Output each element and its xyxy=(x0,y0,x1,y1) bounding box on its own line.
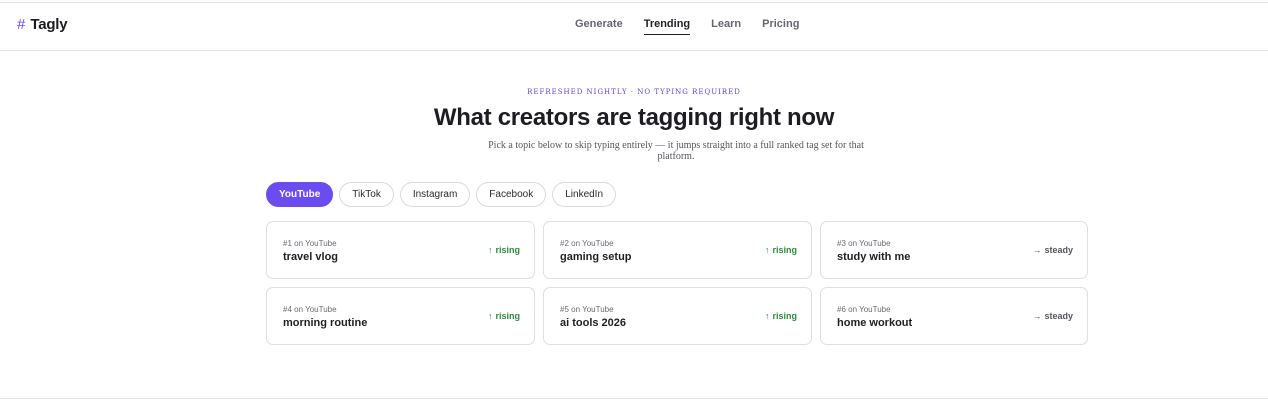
hash-icon: # xyxy=(17,16,26,33)
card-tag: study with me xyxy=(837,251,911,263)
card-rank: #2 on YouTube xyxy=(560,239,614,248)
arrow-up-icon: ↑ xyxy=(764,245,770,255)
arrow-up-icon: ↑ xyxy=(487,311,493,321)
trend-label: steady xyxy=(1044,245,1073,255)
card-rank: #5 on YouTube xyxy=(560,305,614,314)
hero-subtitle: Pick a topic below to skip typing entire… xyxy=(488,140,864,162)
trend-indicator: → steady xyxy=(1032,245,1073,255)
tab-instagram[interactable]: Instagram xyxy=(399,182,471,207)
trend-indicator: ↑ rising xyxy=(488,245,520,255)
card-rank: #4 on YouTube xyxy=(283,305,337,314)
trend-card[interactable]: #3 on YouTube study with me → steady xyxy=(820,221,1088,279)
tab-tiktok[interactable]: TikTok xyxy=(339,182,394,207)
arrow-up-icon: ↑ xyxy=(764,311,770,321)
bottom-divider xyxy=(0,398,1268,399)
card-tag: ai tools 2026 xyxy=(560,317,627,329)
card-tag: morning routine xyxy=(283,317,368,329)
arrow-right-icon: → xyxy=(1032,245,1042,255)
card-rank: #6 on YouTube xyxy=(837,305,891,314)
trend-label: rising xyxy=(772,245,797,255)
trend-label: steady xyxy=(1044,311,1073,321)
nav-trending[interactable]: Trending xyxy=(643,18,691,35)
site-header: # Tagly Generate Trending Learn Pricing xyxy=(0,3,1268,51)
trend-card[interactable]: #2 on YouTube gaming setup ↑ rising xyxy=(543,221,812,279)
arrow-up-icon: ↑ xyxy=(487,245,493,255)
brand-logo[interactable]: # Tagly xyxy=(17,16,68,33)
brand-name: Tagly xyxy=(30,16,68,33)
page-title: What creators are tagging right now xyxy=(433,104,835,131)
nav-generate[interactable]: Generate xyxy=(575,18,623,35)
nav-learn[interactable]: Learn xyxy=(711,18,741,35)
tab-facebook[interactable]: Facebook xyxy=(476,182,547,207)
tab-youtube[interactable]: YouTube xyxy=(266,182,334,207)
trend-label: rising xyxy=(495,245,520,255)
nav-pricing[interactable]: Pricing xyxy=(762,18,799,35)
hero-eyebrow: Refreshed nightly · No typing required xyxy=(527,88,741,96)
card-tag: travel vlog xyxy=(283,251,339,263)
trend-indicator: ↑ rising xyxy=(765,245,797,255)
trend-card[interactable]: #1 on YouTube travel vlog ↑ rising xyxy=(266,221,535,279)
card-tag: home workout xyxy=(837,317,913,329)
platform-tabs: YouTube TikTok Instagram Facebook Linked… xyxy=(266,182,617,207)
trend-label: rising xyxy=(772,311,797,321)
trend-label: rising xyxy=(495,311,520,321)
trend-card[interactable]: #5 on YouTube ai tools 2026 ↑ rising xyxy=(543,287,812,345)
trend-card[interactable]: #6 on YouTube home workout → steady xyxy=(820,287,1088,345)
arrow-right-icon: → xyxy=(1032,311,1042,321)
trending-grid: #1 on YouTube travel vlog ↑ rising #2 on… xyxy=(266,221,1088,345)
card-tag: gaming setup xyxy=(560,251,632,263)
trend-indicator: → steady xyxy=(1032,311,1073,321)
tab-linkedin[interactable]: LinkedIn xyxy=(552,182,617,207)
trend-indicator: ↑ rising xyxy=(765,311,797,321)
trend-card[interactable]: #4 on YouTube morning routine ↑ rising xyxy=(266,287,535,345)
trend-indicator: ↑ rising xyxy=(488,311,520,321)
card-rank: #1 on YouTube xyxy=(283,239,337,248)
main-nav: Generate Trending Learn Pricing xyxy=(575,18,820,35)
card-rank: #3 on YouTube xyxy=(837,239,891,248)
